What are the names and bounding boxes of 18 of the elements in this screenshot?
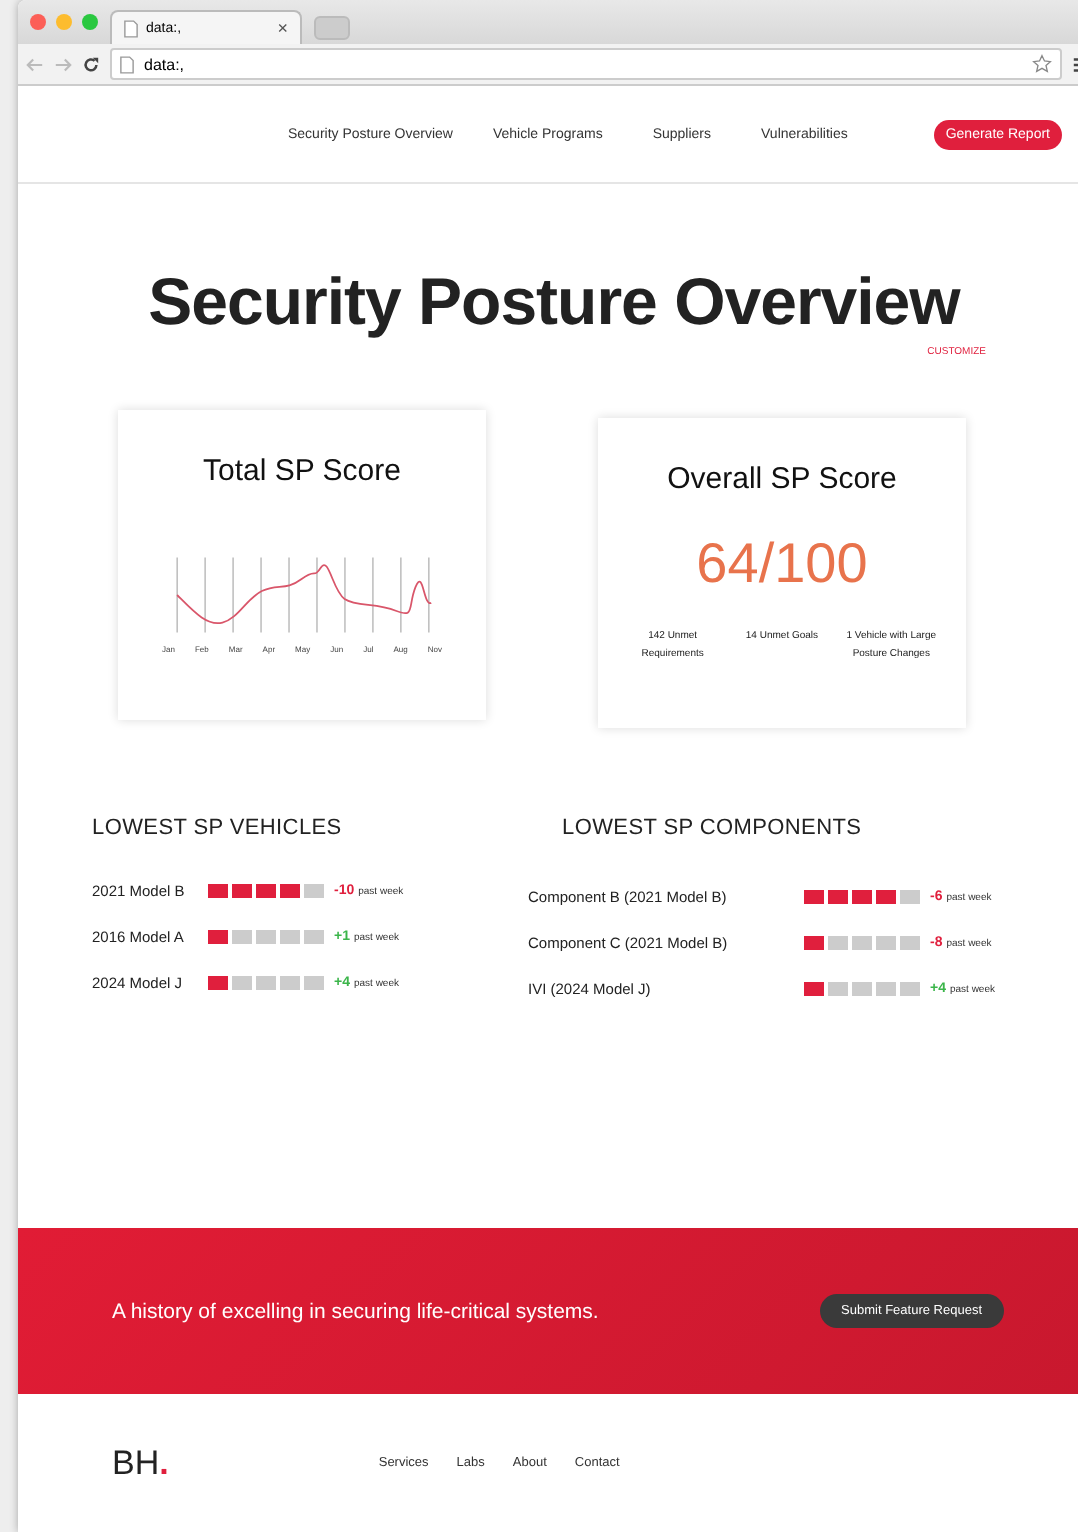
minimize-window-icon[interactable]	[56, 14, 72, 30]
card-title: Overall SP Score	[665, 462, 899, 496]
reload-icon[interactable]	[82, 55, 100, 73]
forward-icon[interactable]	[54, 55, 72, 73]
banner-text: A history of excelling in securing life-critical systems.	[112, 1299, 599, 1323]
zoom-window-icon[interactable]	[82, 14, 98, 30]
section-title: LOWEST SP COMPONENTS	[562, 816, 864, 840]
score-value: 64/100	[694, 532, 870, 596]
close-window-icon[interactable]	[30, 14, 46, 30]
bookmark-star-icon[interactable]	[1032, 54, 1052, 74]
new-tab-button[interactable]	[314, 16, 350, 40]
page-heading: Security Posture Overview	[146, 264, 963, 340]
back-icon[interactable]	[26, 55, 44, 73]
tab-close-button[interactable]: ×	[277, 18, 288, 38]
address-bar[interactable]: data:,	[110, 48, 1062, 80]
card-title: Total SP Score	[201, 454, 403, 488]
section-title: LOWEST SP VEHICLES	[92, 816, 344, 840]
logo: BH.	[112, 1443, 169, 1483]
